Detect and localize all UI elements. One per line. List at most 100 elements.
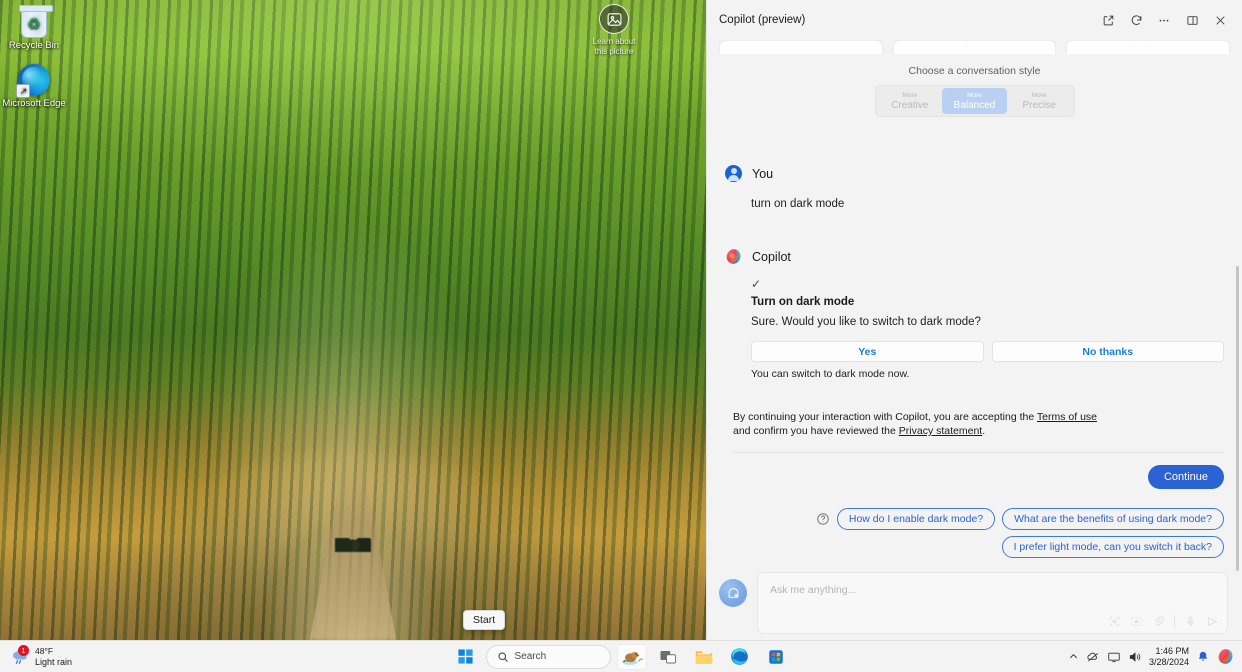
message-copilot: Copilot ✓ Turn on dark mode Sure. Would … <box>707 248 1242 380</box>
more-options-button[interactable] <box>1150 7 1178 33</box>
style-option-creative[interactable]: More Creative <box>878 88 943 114</box>
style-top-label: More <box>1031 91 1047 99</box>
suggestion-chips[interactable]: How do I enable dark mode? What are the … <box>707 508 1224 558</box>
suggestion-card[interactable] <box>719 40 883 54</box>
copilot-tray-icon[interactable] <box>1217 648 1234 665</box>
learn-picture-line1: Learn about <box>592 37 636 46</box>
action-choices: Yes No thanks <box>751 341 1224 362</box>
action-card-subtitle: Sure. Would you like to switch to dark m… <box>751 316 981 328</box>
continue-row: Continue <box>707 453 1242 489</box>
style-option-balanced[interactable]: More Balanced <box>942 88 1007 114</box>
weather-notification-badge: 1 <box>18 644 29 656</box>
check-icon: ✓ <box>751 277 762 291</box>
taskbar-microsoft-store[interactable] <box>761 644 791 670</box>
suggestion-chip[interactable]: What are the benefits of using dark mode… <box>1002 508 1224 530</box>
terms-disclaimer: By continuing your interaction with Copi… <box>733 410 1108 438</box>
copilot-conversation-scroll[interactable]: · ·· Choose a conversation style More Cr… <box>707 40 1242 640</box>
user-avatar <box>725 165 742 182</box>
question-circle-icon <box>816 512 830 526</box>
chat-input-placeholder: Ask me anything... <box>770 584 857 596</box>
send-icon[interactable] <box>1206 615 1219 628</box>
terms-of-use-link[interactable]: Terms of use <box>1037 411 1097 423</box>
card-dots: ·· <box>1132 43 1165 49</box>
bell-icon[interactable] <box>1196 650 1210 664</box>
style-option-precise[interactable]: More Precise <box>1007 88 1072 114</box>
taskbar-copilot[interactable] <box>616 643 647 670</box>
taskbar-microsoft-edge[interactable] <box>725 644 755 670</box>
show-hidden-icons-button[interactable] <box>1068 651 1079 662</box>
open-in-new-window-button[interactable] <box>1094 7 1122 33</box>
attachment-icon[interactable] <box>1152 615 1165 628</box>
style-top-label: More <box>902 91 918 99</box>
continue-button[interactable]: Continue <box>1147 465 1224 489</box>
desktop-icon-label: Recycle Bin <box>8 40 60 51</box>
suggestion-cards-row[interactable]: · ·· <box>707 40 1242 54</box>
image-search-icon[interactable] <box>1130 615 1143 628</box>
image-icon <box>599 4 629 34</box>
desktop-icon-microsoft-edge[interactable]: ↗ Microsoft Edge <box>2 62 66 109</box>
shortcut-arrow-icon: ↗ <box>19 86 28 96</box>
copilot-title: Copilot (preview) <box>719 14 806 26</box>
desktop[interactable]: ♻ Recycle Bin ↗ Microsoft Edge Learn abo… <box>0 0 706 640</box>
terms-text-between: and confirm you have reviewed the <box>733 425 899 437</box>
message-header: You <box>725 165 1224 182</box>
copilot-header: Copilot (preview) <box>707 0 1242 40</box>
action-card-title: Turn on dark mode <box>751 296 855 308</box>
copilot-avatar <box>725 248 742 265</box>
taskbar-weather-widget[interactable]: 1 48°F Light rain <box>0 644 72 668</box>
message-author: Copilot <box>752 249 791 264</box>
weather-text: 48°F Light rain <box>35 646 72 668</box>
conversation-style-group[interactable]: More Creative More Balanced More Precise <box>874 85 1075 117</box>
terms-text-before: By continuing your interaction with Copi… <box>733 411 1037 423</box>
taskbar-clock[interactable]: 1:46 PM 3/28/2024 <box>1149 646 1189 668</box>
no-thanks-button[interactable]: No thanks <box>991 341 1224 362</box>
learn-picture-line2: this picture <box>594 46 634 56</box>
privacy-statement-link[interactable]: Privacy statement <box>899 425 982 437</box>
terms-text-after: . <box>982 425 986 437</box>
display-icon[interactable] <box>1107 650 1121 664</box>
refresh-button[interactable] <box>1122 7 1150 33</box>
start-tooltip: Start <box>463 610 506 630</box>
suggestion-card[interactable]: · <box>892 40 1057 54</box>
taskbar-file-explorer[interactable] <box>689 644 719 670</box>
close-button[interactable] <box>1206 7 1234 33</box>
microphone-icon[interactable] <box>1184 615 1197 628</box>
copilot-input-avatar <box>719 579 747 607</box>
message-header: Copilot <box>725 248 1224 265</box>
copilot-pane[interactable]: Copilot (preview) · ·· Choose a conversa… <box>706 0 1242 640</box>
wallpaper-figures <box>335 538 371 552</box>
taskbar[interactable]: 1 48°F Light rain Search 1:46 PM 3/28/20… <box>0 640 1242 672</box>
message-author: You <box>752 166 774 181</box>
suggestion-card[interactable]: ·· <box>1066 40 1231 54</box>
suggestion-chip[interactable]: I prefer light mode, can you switch it b… <box>1001 536 1224 558</box>
suggestion-chip[interactable]: How do I enable dark mode? <box>836 508 996 530</box>
clock-date: 3/28/2024 <box>1148 656 1189 667</box>
message-user: You turn on dark mode <box>707 165 1242 210</box>
system-tray[interactable]: 1:46 PM 3/28/2024 <box>1068 646 1242 668</box>
composer[interactable]: Ask me anything... <box>707 572 1242 634</box>
style-top-label: More <box>967 91 982 99</box>
start-button[interactable] <box>452 644 480 670</box>
taskbar-task-view[interactable] <box>653 644 683 670</box>
action-result-note: You can switch to dark mode now. <box>751 368 910 380</box>
microsoft-edge-icon: ↗ <box>2 62 66 98</box>
style-bottom-label: Creative <box>891 99 929 111</box>
taskbar-search-box[interactable]: Search <box>485 644 611 669</box>
clock-time: 1:46 PM <box>1155 645 1189 656</box>
network-icon[interactable] <box>1086 650 1100 664</box>
volume-icon[interactable] <box>1128 650 1142 664</box>
suggestion-row: I prefer light mode, can you switch it b… <box>1001 536 1224 558</box>
action-card: ✓ Turn on dark mode Sure. Would you like… <box>751 277 1224 380</box>
split-pane-button[interactable] <box>1178 7 1206 33</box>
scan-icon[interactable] <box>1108 615 1121 628</box>
conversation-scrollbar[interactable] <box>1236 266 1239 571</box>
yes-button[interactable]: Yes <box>751 341 984 362</box>
chat-input-box[interactable]: Ask me anything... <box>757 572 1228 634</box>
suggestion-row: How do I enable dark mode? What are the … <box>816 508 1224 530</box>
weather-temperature: 48°F <box>35 645 54 656</box>
learn-about-picture-widget[interactable]: Learn about this picture <box>583 4 645 56</box>
desktop-icon-recycle-bin[interactable]: ♻ Recycle Bin <box>2 4 66 51</box>
conversation-style-label: Choose a conversation style <box>908 65 1041 77</box>
style-bottom-label: Balanced <box>953 99 996 111</box>
card-dots: · <box>966 43 983 49</box>
